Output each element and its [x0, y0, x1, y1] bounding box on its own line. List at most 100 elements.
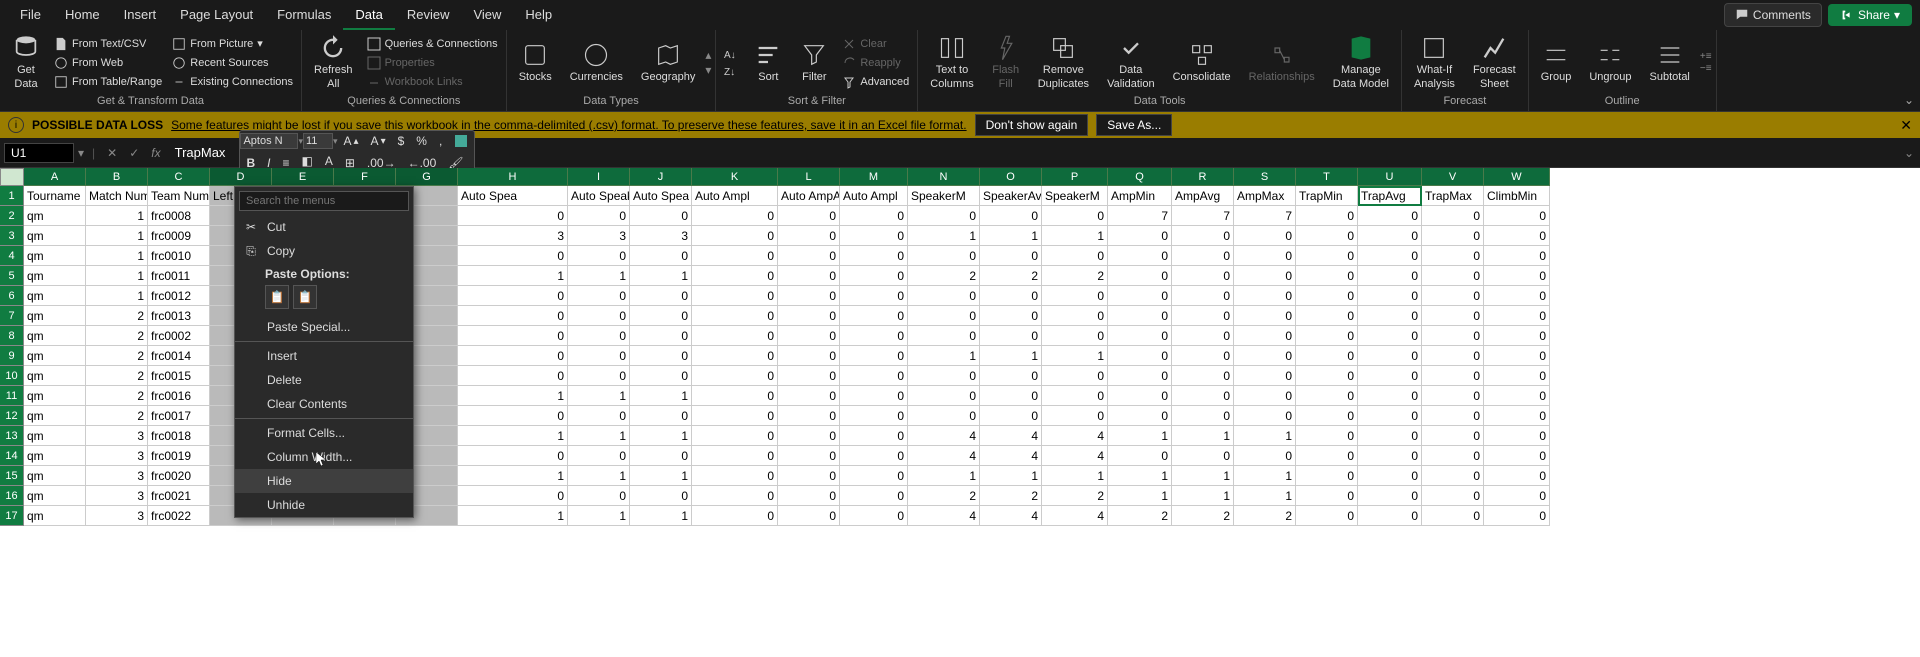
cell-U6[interactable]: 0 [1358, 286, 1422, 306]
cell-I12[interactable]: 0 [568, 406, 630, 426]
cell-A11[interactable]: qm [24, 386, 86, 406]
cell-M10[interactable]: 0 [840, 366, 908, 386]
cell-O15[interactable]: 1 [980, 466, 1042, 486]
cell-M14[interactable]: 0 [840, 446, 908, 466]
advanced-filter-button[interactable]: Advanced [838, 73, 913, 91]
cell-B14[interactable]: 3 [86, 446, 148, 466]
cell-S17[interactable]: 2 [1234, 506, 1296, 526]
cell-O2[interactable]: 0 [980, 206, 1042, 226]
row-header-10[interactable]: 10 [0, 366, 24, 386]
cell-L16[interactable]: 0 [778, 486, 840, 506]
menu-insert[interactable]: Insert [112, 1, 169, 30]
cell-M11[interactable]: 0 [840, 386, 908, 406]
col-header-V[interactable]: V [1422, 168, 1484, 186]
manage-data-model-button[interactable]: Manage Data Model [1325, 32, 1397, 92]
cell-U7[interactable]: 0 [1358, 306, 1422, 326]
cell-P1[interactable]: SpeakerM [1042, 186, 1108, 206]
cell-K15[interactable]: 0 [692, 466, 778, 486]
cell-S2[interactable]: 7 [1234, 206, 1296, 226]
cell-M1[interactable]: Auto Ampl [840, 186, 908, 206]
cell-I3[interactable]: 3 [568, 226, 630, 246]
col-header-L[interactable]: L [778, 168, 840, 186]
cell-P10[interactable]: 0 [1042, 366, 1108, 386]
cell-L12[interactable]: 0 [778, 406, 840, 426]
cell-J15[interactable]: 1 [630, 466, 692, 486]
cell-P9[interactable]: 1 [1042, 346, 1108, 366]
cell-J5[interactable]: 1 [630, 266, 692, 286]
cell-H9[interactable]: 0 [458, 346, 568, 366]
row-header-14[interactable]: 14 [0, 446, 24, 466]
what-if-button[interactable]: What-If Analysis [1406, 32, 1463, 92]
row-header-12[interactable]: 12 [0, 406, 24, 426]
row-header-3[interactable]: 3 [0, 226, 24, 246]
cell-H5[interactable]: 1 [458, 266, 568, 286]
cell-M17[interactable]: 0 [840, 506, 908, 526]
cell-W9[interactable]: 0 [1484, 346, 1550, 366]
cell-Q9[interactable]: 0 [1108, 346, 1172, 366]
cell-B6[interactable]: 1 [86, 286, 148, 306]
row-header-1[interactable]: 1 [0, 186, 24, 206]
cell-A15[interactable]: qm [24, 466, 86, 486]
cell-V8[interactable]: 0 [1422, 326, 1484, 346]
cell-P12[interactable]: 0 [1042, 406, 1108, 426]
menu-home[interactable]: Home [53, 1, 112, 30]
cell-W1[interactable]: ClimbMin [1484, 186, 1550, 206]
cell-R10[interactable]: 0 [1172, 366, 1234, 386]
cell-A8[interactable]: qm [24, 326, 86, 346]
cancel-formula-icon[interactable]: ✕ [103, 146, 121, 160]
cell-W5[interactable]: 0 [1484, 266, 1550, 286]
cell-R17[interactable]: 2 [1172, 506, 1234, 526]
cell-R5[interactable]: 0 [1172, 266, 1234, 286]
fx-icon[interactable]: fx [147, 146, 164, 160]
cell-V11[interactable]: 0 [1422, 386, 1484, 406]
cell-M12[interactable]: 0 [840, 406, 908, 426]
cell-P7[interactable]: 0 [1042, 306, 1108, 326]
cell-B1[interactable]: Match Num [86, 186, 148, 206]
cell-H3[interactable]: 3 [458, 226, 568, 246]
cell-C9[interactable]: frc0014 [148, 346, 210, 366]
cell-T13[interactable]: 0 [1296, 426, 1358, 446]
cell-S15[interactable]: 1 [1234, 466, 1296, 486]
close-warning-icon[interactable]: ✕ [1900, 117, 1912, 134]
cell-A2[interactable]: qm [24, 206, 86, 226]
cell-S5[interactable]: 0 [1234, 266, 1296, 286]
cell-L2[interactable]: 0 [778, 206, 840, 226]
cell-P13[interactable]: 4 [1042, 426, 1108, 446]
cell-B13[interactable]: 3 [86, 426, 148, 446]
context-insert[interactable]: Insert [235, 344, 413, 368]
cell-K2[interactable]: 0 [692, 206, 778, 226]
decrease-font-icon[interactable]: A▾ [365, 131, 392, 151]
col-header-J[interactable]: J [630, 168, 692, 186]
cell-A10[interactable]: qm [24, 366, 86, 386]
row-header-8[interactable]: 8 [0, 326, 24, 346]
cell-C17[interactable]: frc0022 [148, 506, 210, 526]
cell-B8[interactable]: 2 [86, 326, 148, 346]
cell-N10[interactable]: 0 [908, 366, 980, 386]
cell-J8[interactable]: 0 [630, 326, 692, 346]
cell-C1[interactable]: Team Num [148, 186, 210, 206]
cell-H7[interactable]: 0 [458, 306, 568, 326]
cell-W2[interactable]: 0 [1484, 206, 1550, 226]
cell-A5[interactable]: qm [24, 266, 86, 286]
cell-C7[interactable]: frc0013 [148, 306, 210, 326]
cell-O8[interactable]: 0 [980, 326, 1042, 346]
percent-format-icon[interactable]: % [410, 131, 433, 151]
cell-P5[interactable]: 2 [1042, 266, 1108, 286]
datatype-prev-icon[interactable]: ▴ [705, 48, 711, 62]
cell-M9[interactable]: 0 [840, 346, 908, 366]
cell-H11[interactable]: 1 [458, 386, 568, 406]
cell-P16[interactable]: 2 [1042, 486, 1108, 506]
cell-Q17[interactable]: 2 [1108, 506, 1172, 526]
cell-T6[interactable]: 0 [1296, 286, 1358, 306]
save-as-button[interactable]: Save As... [1096, 114, 1172, 136]
cell-T10[interactable]: 0 [1296, 366, 1358, 386]
recent-sources-button[interactable]: Recent Sources [168, 54, 297, 72]
context-unhide[interactable]: Unhide [235, 493, 413, 517]
cell-N17[interactable]: 4 [908, 506, 980, 526]
mini-font-select[interactable] [240, 133, 298, 149]
cell-U10[interactable]: 0 [1358, 366, 1422, 386]
cell-C14[interactable]: frc0019 [148, 446, 210, 466]
cell-K4[interactable]: 0 [692, 246, 778, 266]
cell-J1[interactable]: Auto Spea [630, 186, 692, 206]
consolidate-button[interactable]: Consolidate [1165, 39, 1239, 86]
